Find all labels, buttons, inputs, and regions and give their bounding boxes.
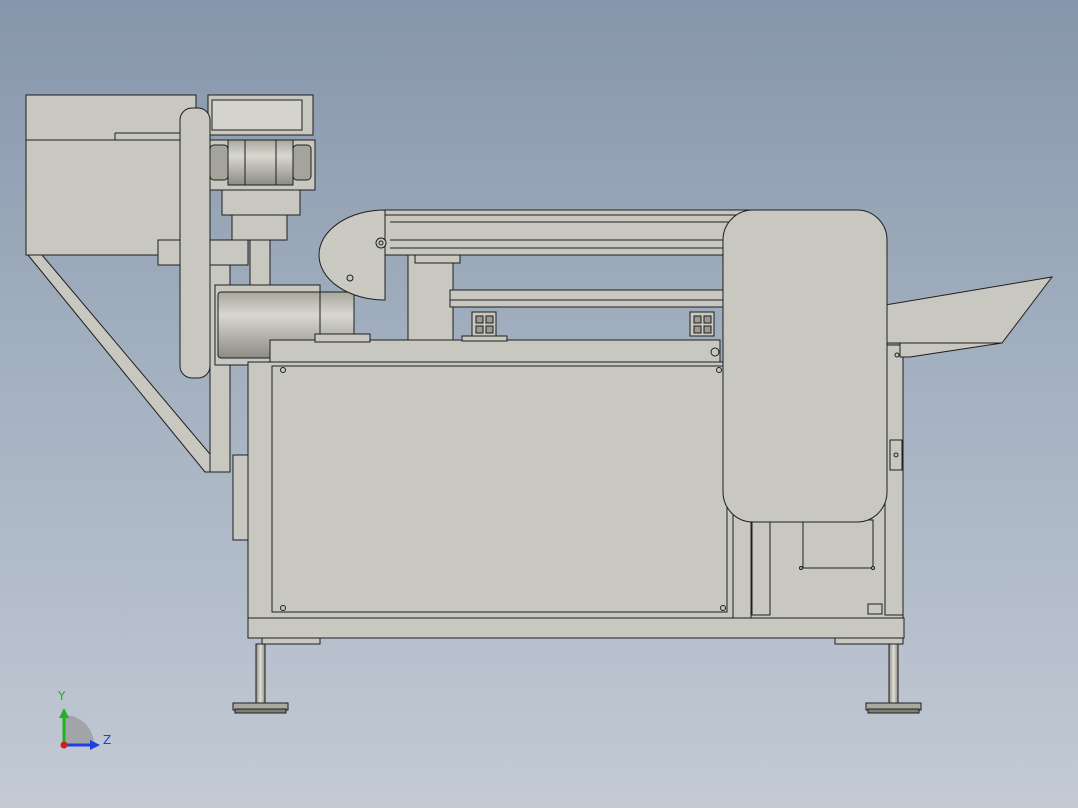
chute-lip bbox=[899, 342, 1003, 358]
control-panel bbox=[722, 209, 888, 523]
leveling-foot-right bbox=[865, 643, 922, 714]
base-foot-plate-right bbox=[834, 637, 904, 645]
cad-viewport[interactable]: Y Z bbox=[0, 0, 1078, 808]
base-foot-plate-left bbox=[261, 637, 321, 645]
belt-guard bbox=[179, 107, 211, 379]
triad-quadrant bbox=[64, 715, 94, 745]
y-axis-arrowhead-icon bbox=[59, 708, 69, 718]
triad-y-label: Y bbox=[57, 689, 66, 703]
side-bracket bbox=[232, 454, 251, 541]
feed-hopper bbox=[25, 94, 197, 256]
conveyor bbox=[269, 209, 751, 366]
leveling-foot-left bbox=[232, 643, 289, 714]
discharge-chute bbox=[884, 276, 1054, 344]
triad-z-label: Z bbox=[103, 733, 111, 747]
view-orientation-triad[interactable]: Y Z bbox=[57, 689, 111, 750]
x-axis-dot-icon bbox=[60, 741, 68, 749]
cabinet-base-rail bbox=[247, 617, 905, 639]
cutter-head bbox=[204, 94, 316, 241]
z-axis-arrowhead-icon bbox=[90, 740, 100, 750]
machine-side-view: Y Z bbox=[25, 94, 1054, 750]
profile-connectors bbox=[461, 311, 715, 342]
